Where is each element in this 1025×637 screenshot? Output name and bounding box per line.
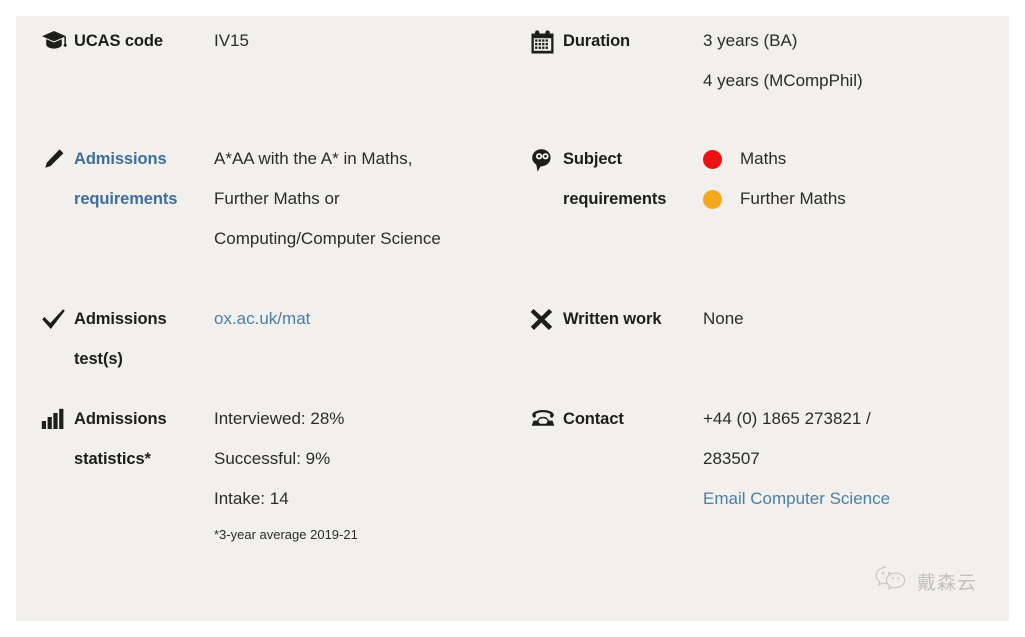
subject-requirement-label-maths: Maths [740, 149, 787, 168]
subject-requirement-row-further-maths: Further Maths [703, 179, 1009, 219]
admissions-requirements-value-line-2: Further Maths or [214, 189, 340, 208]
written-work-value: None [703, 309, 744, 328]
fact-value-duration: 3 years (BA) 4 years (MCompPhil) [703, 16, 1009, 101]
fact-admissions-statistics: Admissions statistics* Interviewed: 28% … [16, 394, 505, 559]
fact-label-admissions-statistics: Admissions statistics* [74, 394, 214, 479]
fact-label-ucas-code: UCAS code [74, 32, 163, 50]
cross-x-icon [505, 294, 563, 331]
fact-label-contact: Contact [563, 410, 624, 428]
wechat-icon [874, 565, 908, 597]
page-root: UCAS code IV15 Duration 3 years (BA) 4 y… [0, 0, 1025, 637]
fact-value-admissions-tests: ox.ac.uk/mat [214, 294, 505, 339]
fact-value-admissions-requirements: A*AA with the A* in Maths, Further Maths… [214, 134, 505, 259]
course-facts-panel: UCAS code IV15 Duration 3 years (BA) 4 y… [16, 16, 1009, 621]
fact-admissions-requirements: Admissions requirements A*AA with the A*… [16, 134, 505, 294]
course-facts-grid: UCAS code IV15 Duration 3 years (BA) 4 y… [16, 16, 1009, 576]
contact-phone-line-2: 283507 [703, 449, 760, 468]
head-brain-icon [505, 134, 563, 173]
fact-value-written-work: None [703, 294, 1009, 339]
subject-requirements-label-line-2: requirements [563, 190, 667, 208]
subject-requirements-label-line-1: Subject [563, 150, 622, 168]
pencil-icon [16, 134, 74, 172]
bar-chart-icon [16, 394, 74, 430]
fact-label-duration: Duration [563, 32, 631, 50]
admissions-tests-label-line-2: test(s) [74, 350, 123, 368]
fact-label-written-work: Written work [563, 310, 662, 328]
admissions-statistics-intake: Intake: 14 [214, 489, 289, 508]
admissions-requirements-label-line-2: requirements [74, 190, 178, 208]
subject-requirement-label-further-maths: Further Maths [740, 189, 846, 208]
watermark-text: 戴森云 [916, 571, 977, 594]
fact-subject-requirements: Subject requirements Maths Further Maths [505, 134, 1009, 294]
admissions-statistics-interviewed: Interviewed: 28% [214, 409, 345, 428]
subject-dot-further-maths [703, 189, 722, 209]
fact-duration: Duration 3 years (BA) 4 years (MCompPhil… [505, 16, 1009, 134]
ucas-code-value: IV15 [214, 31, 249, 50]
fact-ucas-code: UCAS code IV15 [16, 16, 505, 134]
duration-value-line-1: 3 years (BA) [703, 31, 798, 50]
subject-requirement-row-maths: Maths [703, 139, 1009, 179]
fact-value-subject-requirements: Maths Further Maths [703, 134, 1009, 219]
fact-label-subject-requirements: Subject requirements [563, 134, 703, 219]
check-mark-icon [16, 294, 74, 331]
calendar-icon [505, 16, 563, 55]
fact-value-contact: +44 (0) 1865 273821 / 283507 Email Compu… [703, 394, 1009, 519]
fact-value-ucas-code: IV15 [214, 16, 505, 61]
admissions-statistics-footnote: *3-year average 2019-21 [214, 527, 358, 542]
contact-email-link[interactable]: Email Computer Science [703, 479, 1009, 519]
admissions-requirements-label-line-1: Admissions [74, 150, 167, 168]
admissions-test-link[interactable]: ox.ac.uk/mat [214, 299, 505, 339]
duration-value-line-2: 4 years (MCompPhil) [703, 71, 863, 90]
admissions-statistics-successful: Successful: 9% [214, 449, 331, 468]
fact-label-admissions-tests: Admissions test(s) [74, 294, 214, 379]
fact-value-admissions-statistics: Interviewed: 28% Successful: 9% Intake: … [214, 394, 505, 551]
admissions-statistics-label-line-1: Admissions [74, 410, 167, 428]
fact-contact: Contact +44 (0) 1865 273821 / 283507 Ema… [505, 394, 1009, 559]
watermark: 戴森云 [874, 565, 977, 597]
fact-admissions-tests: Admissions test(s) ox.ac.uk/mat [16, 294, 505, 394]
contact-phone-line-1: +44 (0) 1865 273821 / [703, 409, 871, 428]
admissions-requirements-value-line-1: A*AA with the A* in Maths, [214, 149, 413, 168]
fact-label-admissions-requirements[interactable]: Admissions requirements [74, 134, 214, 219]
telephone-icon [505, 394, 563, 428]
admissions-tests-label-line-1: Admissions [74, 310, 167, 328]
fact-written-work: Written work None [505, 294, 1009, 394]
graduation-cap-icon [16, 16, 74, 52]
admissions-statistics-label-line-2: statistics* [74, 450, 151, 468]
subject-dot-maths [703, 149, 722, 169]
admissions-requirements-value-line-3: Computing/Computer Science [214, 229, 441, 248]
